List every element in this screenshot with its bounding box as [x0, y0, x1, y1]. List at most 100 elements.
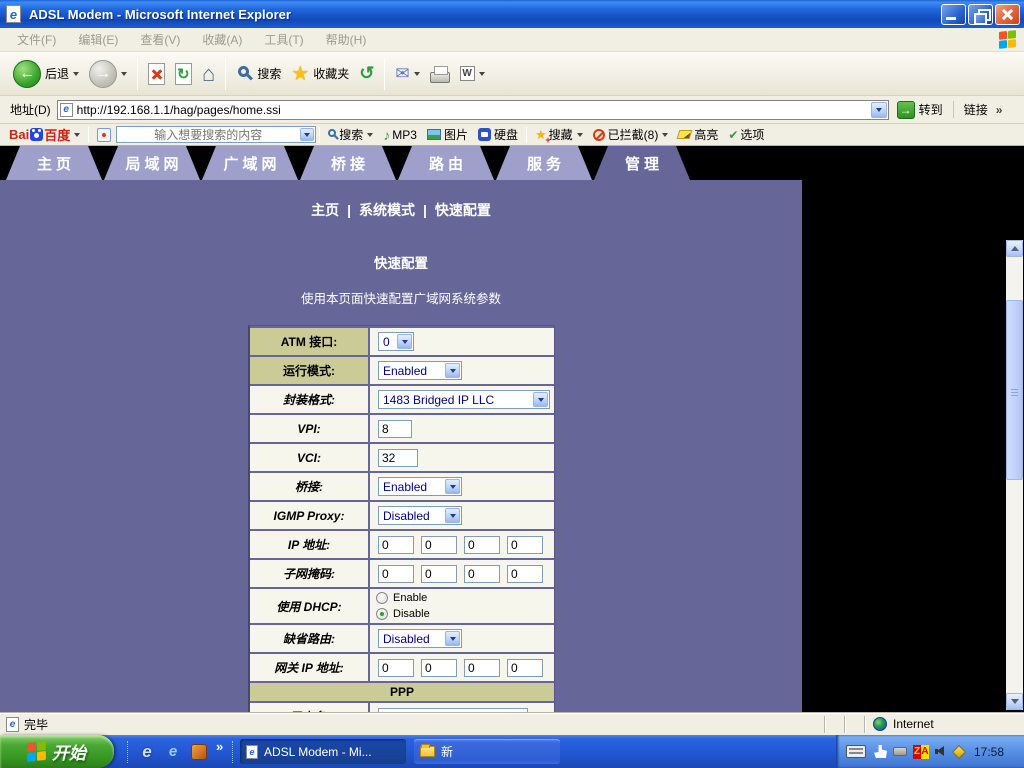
mail-dropdown-icon[interactable]	[414, 72, 420, 76]
subnet-octet-input[interactable]	[464, 565, 500, 583]
close-button[interactable]	[995, 4, 1020, 25]
diamond-tray-icon[interactable]	[952, 744, 966, 758]
baidu-search-button[interactable]: 搜索	[323, 125, 378, 145]
tab-service[interactable]: 服务	[496, 146, 592, 180]
dhcp-enable-radio[interactable]	[376, 592, 388, 604]
baidu-logo-dropdown-icon[interactable]	[74, 133, 80, 137]
address-input[interactable]	[77, 101, 869, 119]
dhcp-enable-option[interactable]: Enable	[376, 591, 427, 605]
subnet-octet-input[interactable]	[378, 565, 414, 583]
tab-route[interactable]: 路由	[398, 146, 494, 180]
restore-button[interactable]	[968, 4, 993, 25]
status-page-icon: e	[6, 717, 19, 732]
vci-input[interactable]	[378, 449, 418, 467]
ip-octet-input[interactable]	[378, 536, 414, 554]
baidu-blocked-button[interactable]: 已拦截(8)	[588, 125, 674, 145]
ip-octet-input[interactable]	[507, 536, 543, 554]
vertical-scrollbar[interactable]	[1006, 240, 1023, 710]
blocked-dropdown-icon[interactable]	[662, 133, 668, 137]
breadcrumb-home-link[interactable]: 主页	[311, 202, 339, 218]
menu-view[interactable]: 查看(V)	[129, 31, 191, 48]
address-dropdown-button[interactable]	[871, 102, 887, 118]
default-route-select[interactable]: Disabled	[378, 629, 462, 648]
forward-button[interactable]: →	[84, 55, 132, 93]
baidu-capture-button[interactable]	[92, 125, 116, 145]
page-title: 快速配置	[0, 252, 802, 272]
menu-favorites[interactable]: 收藏(A)	[191, 31, 253, 48]
gateway-octet-input[interactable]	[464, 659, 500, 677]
scroll-down-button[interactable]	[1006, 693, 1023, 710]
operation-mode-select[interactable]: Enabled	[378, 361, 462, 380]
tab-wan[interactable]: 广域网	[202, 146, 298, 180]
history-button[interactable]: ↺	[354, 55, 379, 93]
subnet-octet-input[interactable]	[421, 565, 457, 583]
baidu-search-dropdown-button[interactable]	[300, 128, 314, 141]
back-dropdown-icon[interactable]	[73, 72, 79, 76]
edit-button[interactable]: W	[455, 55, 490, 93]
dhcp-disable-radio[interactable]	[376, 608, 388, 620]
gateway-octet-input[interactable]	[507, 659, 543, 677]
home-button[interactable]: ⌂	[197, 55, 220, 93]
app-orange-icon[interactable]	[189, 742, 209, 762]
menu-tools[interactable]: 工具(T)	[253, 31, 314, 48]
forward-dropdown-icon[interactable]	[121, 72, 127, 76]
ie-shortcut-icon[interactable]: e	[163, 742, 183, 762]
igmp-proxy-select[interactable]: Disabled	[378, 506, 462, 525]
task-button-folder[interactable]: 新	[414, 739, 560, 764]
baidu-mp3-button[interactable]: ♪ MP3	[378, 125, 422, 145]
baidu-disk-button[interactable]: 硬盘	[473, 125, 523, 145]
baidu-highlight-button[interactable]: 高亮	[673, 125, 723, 145]
edit-dropdown-icon[interactable]	[479, 72, 485, 76]
breadcrumb-quickconfig-link[interactable]: 快速配置	[435, 202, 491, 218]
start-button[interactable]: 开始	[0, 735, 114, 768]
dhcp-disable-option[interactable]: Disable	[376, 607, 430, 621]
zonealarm-tray-icon[interactable]: ZA	[913, 745, 929, 759]
favorites-button[interactable]: ★ 收藏夹	[286, 55, 354, 93]
collect-dropdown-icon[interactable]	[577, 133, 583, 137]
minimize-button[interactable]	[941, 4, 966, 25]
baidu-search-dropdown-icon[interactable]	[367, 133, 373, 137]
back-button[interactable]: ← 后退	[8, 55, 84, 93]
task-button-adsl-modem[interactable]: e ADSL Modem - Mi...	[240, 739, 406, 764]
subnet-octet-input[interactable]	[507, 565, 543, 583]
tab-lan[interactable]: 局域网	[104, 146, 200, 180]
table-row-gateway-ip: 网关 IP 地址:	[250, 654, 554, 681]
menu-edit[interactable]: 编辑(E)	[67, 31, 129, 48]
atm-interface-select[interactable]: 0	[378, 332, 414, 351]
baidu-images-button[interactable]: 图片	[422, 125, 473, 145]
menu-file[interactable]: 文件(F)	[6, 31, 67, 48]
tab-bridge[interactable]: 桥接	[300, 146, 396, 180]
disk-tray-icon[interactable]	[893, 747, 907, 756]
mail-button[interactable]: ✉	[390, 55, 424, 93]
vpi-input[interactable]	[378, 420, 412, 438]
gateway-octet-input[interactable]	[421, 659, 457, 677]
search-button[interactable]: 搜索	[231, 55, 286, 93]
scrollbar-thumb[interactable]	[1006, 300, 1023, 480]
tray-clock[interactable]: 17:58	[974, 745, 1004, 759]
scroll-up-button[interactable]	[1006, 240, 1023, 257]
stop-button[interactable]	[143, 55, 170, 93]
go-button[interactable]: → 转到	[897, 101, 943, 119]
links-button[interactable]: 链接 »	[953, 101, 1003, 118]
baidu-search-input[interactable]	[117, 127, 299, 142]
baidu-options-button[interactable]: ✔ 选项	[723, 125, 769, 145]
quick-launch-overflow-chevron[interactable]: »	[216, 735, 223, 754]
gateway-octet-input[interactable]	[378, 659, 414, 677]
tab-admin[interactable]: 管理	[594, 146, 690, 180]
print-button[interactable]	[425, 55, 455, 93]
baidu-collect-button[interactable]: ★ 搜藏	[530, 125, 588, 145]
refresh-button[interactable]: ↻	[170, 55, 197, 93]
bridge-select[interactable]: Enabled	[378, 477, 462, 496]
menu-help[interactable]: 帮助(H)	[315, 31, 378, 48]
ip-octet-input[interactable]	[421, 536, 457, 554]
speaker-tray-icon[interactable]	[935, 745, 948, 758]
tab-home[interactable]: 主页	[6, 146, 102, 180]
input-method-keyboard-icon[interactable]	[846, 745, 866, 758]
ip-octet-input[interactable]	[464, 536, 500, 554]
ie-quicklaunch-icon[interactable]: e	[137, 742, 157, 762]
breadcrumb-sysmode-link[interactable]: 系统模式	[359, 202, 415, 218]
hand-cursor-tray-icon[interactable]	[874, 745, 887, 758]
encapsulation-select[interactable]: 1483 Bridged IP LLC	[378, 390, 550, 409]
title-bar: e ADSL Modem - Microsoft Internet Explor…	[0, 0, 1024, 28]
baidu-logo[interactable]: Bai 百度	[4, 125, 85, 145]
